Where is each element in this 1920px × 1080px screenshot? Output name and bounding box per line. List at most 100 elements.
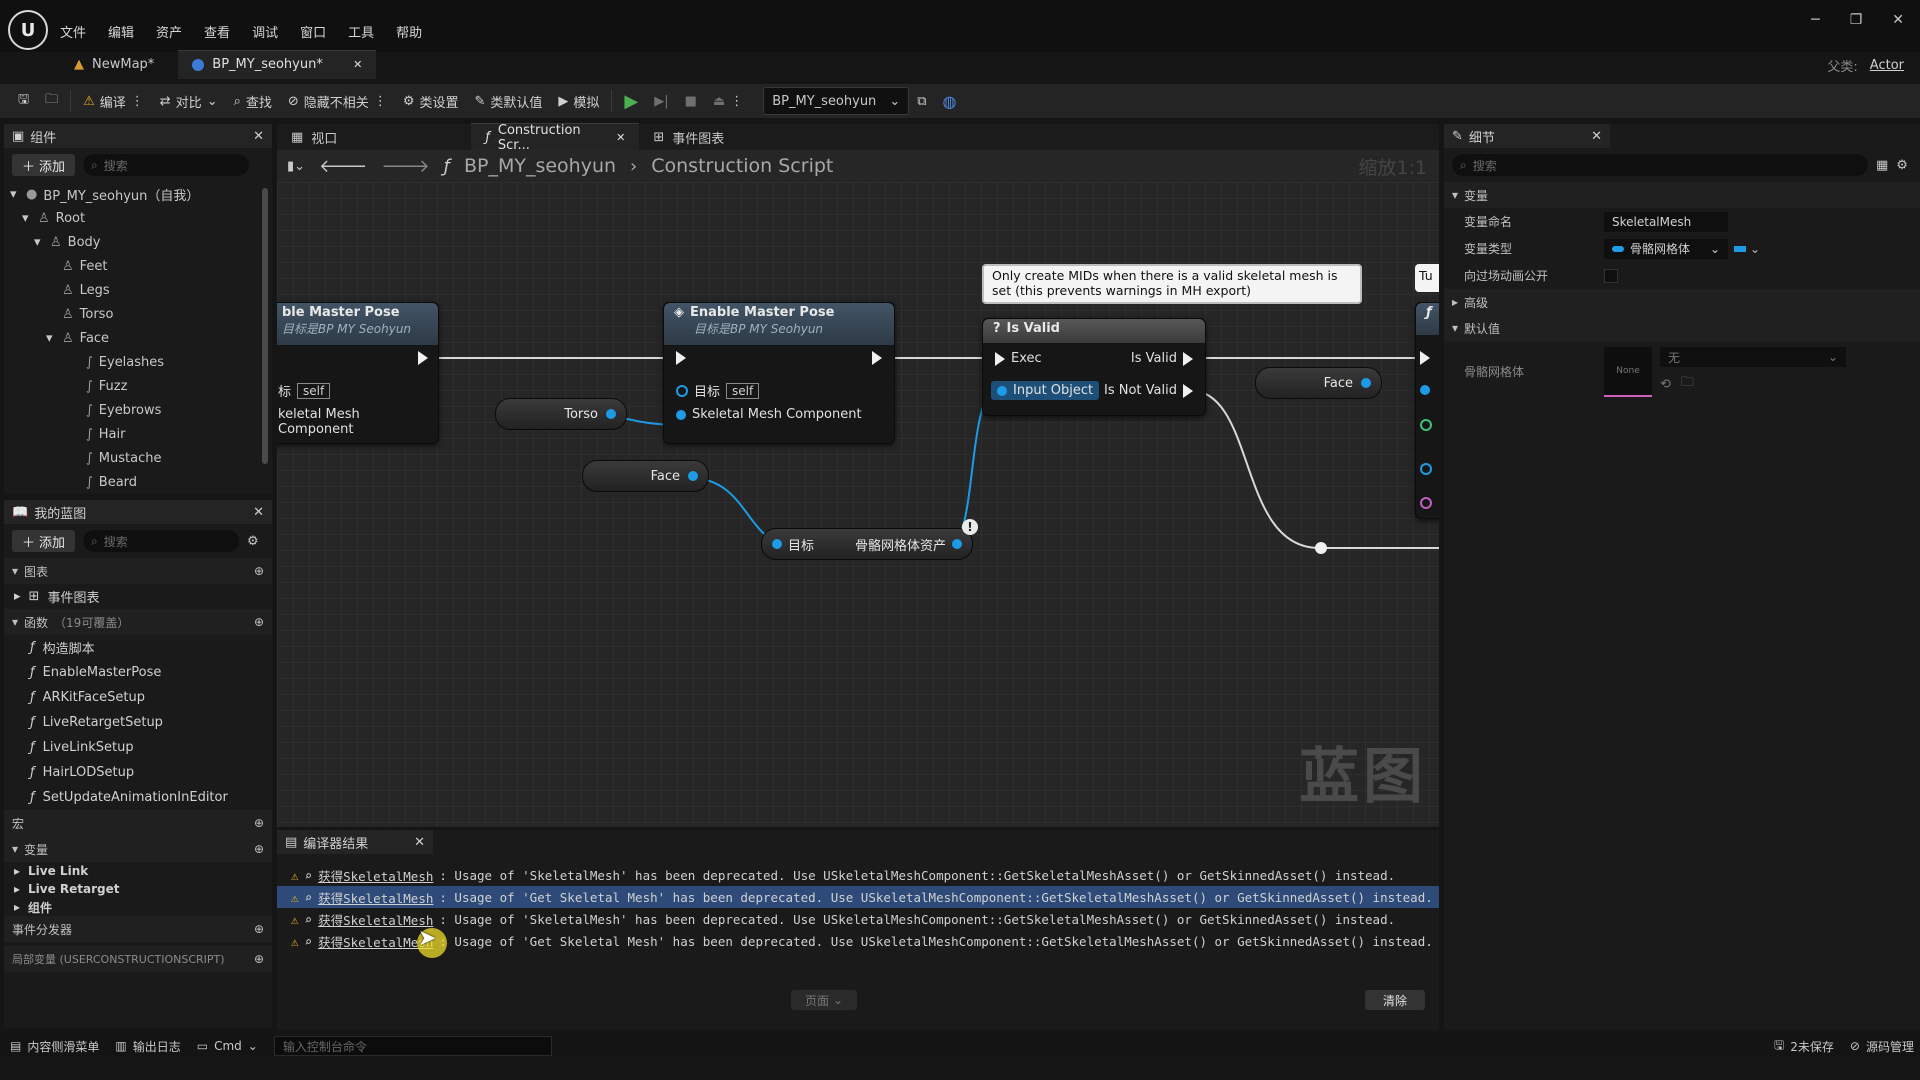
add-circle-icon[interactable]: ⊕ bbox=[254, 922, 264, 936]
world-button[interactable]: ◍ bbox=[935, 86, 965, 116]
forward-arrow-icon[interactable]: 🡒 bbox=[381, 156, 429, 177]
component-tree-item[interactable]: ▾ ♙ Root bbox=[10, 206, 272, 230]
reroute-knot[interactable] bbox=[1315, 542, 1327, 554]
variable-category[interactable]: ▾ 变量 bbox=[1444, 182, 1920, 208]
function-item[interactable]: ƒ HairLODSetup bbox=[4, 760, 272, 785]
collapse-arrow-icon[interactable]: ▾ bbox=[22, 211, 32, 226]
blueprint-graph-canvas[interactable]: ble Master Pose 目标是BP MY Seohyun 标 self k… bbox=[277, 182, 1439, 827]
component-tree-item[interactable]: ♙ Torso bbox=[10, 302, 272, 326]
use-selected-icon[interactable]: ⟲ bbox=[1660, 377, 1671, 392]
target-pin[interactable]: 目标 self bbox=[676, 381, 760, 400]
add-circle-icon[interactable]: ⊕ bbox=[254, 564, 264, 578]
clear-button[interactable]: 清除 bbox=[1365, 990, 1425, 1010]
menu-asset[interactable]: 资产 bbox=[156, 22, 182, 41]
details-search-input[interactable]: ⌕ 搜索 bbox=[1452, 154, 1868, 176]
add-member-button[interactable]: ＋添加 bbox=[12, 530, 76, 552]
enable-master-pose-node-1[interactable]: ble Master Pose 目标是BP MY Seohyun 标 self k… bbox=[277, 302, 439, 444]
mesh-pin[interactable]: keletal Mesh Component bbox=[278, 407, 438, 437]
restore-icon[interactable]: ❐ bbox=[1850, 12, 1863, 28]
output-log-button[interactable]: ▥ 输出日志 bbox=[115, 1038, 180, 1055]
mesh-pin[interactable]: Skeletal Mesh Component bbox=[676, 407, 862, 422]
menu-edit[interactable]: 编辑 bbox=[108, 22, 134, 41]
source-control-button[interactable]: ⊘ 源码管理 bbox=[1850, 1038, 1914, 1055]
variables-section[interactable]: ▾ 变量 ⊕ bbox=[4, 836, 272, 862]
tab-construction-script[interactable]: ƒ Construction Scr... ✕ bbox=[471, 122, 640, 153]
face-variable-node-2[interactable]: Face bbox=[1255, 367, 1382, 399]
gear-icon[interactable]: ⚙ bbox=[1896, 158, 1908, 173]
function-item[interactable]: ƒ LiveLinkSetup bbox=[4, 735, 272, 760]
close-window-icon[interactable]: ✕ bbox=[1892, 12, 1904, 28]
component-tree-item[interactable]: ▾ ● BP_MY_seohyun（自我） bbox=[10, 182, 272, 206]
deprecation-warning-icon[interactable]: ! bbox=[962, 519, 978, 535]
browse-asset-icon[interactable]: 🗀 bbox=[1681, 373, 1694, 395]
compiler-log-line[interactable]: ⚠ ⌕ 获得SkeletalMesh: Usage of 'SkeletalMesh… bbox=[277, 908, 1439, 930]
component-tree-item[interactable]: ∫ Eyebrows bbox=[10, 398, 272, 422]
add-circle-icon[interactable]: ⊕ bbox=[254, 952, 264, 966]
variable-group[interactable]: ▸ Live Retarget bbox=[4, 880, 272, 898]
unsaved-button[interactable]: 🖫 2未保存 bbox=[1774, 1036, 1834, 1057]
input-pin[interactable] bbox=[1420, 385, 1430, 395]
component-tree-item[interactable]: ♙ Legs bbox=[10, 278, 272, 302]
compile-button[interactable]: ⚠ 编译 ⋮ bbox=[75, 86, 152, 116]
macros-section[interactable]: 宏 ⊕ bbox=[4, 810, 272, 836]
gear-icon[interactable]: ⚙ bbox=[247, 534, 259, 549]
get-skeletal-mesh-node[interactable]: 目标 骨骼网格体资产 ! bbox=[761, 519, 978, 560]
variable-group[interactable]: ▸ Live Link bbox=[4, 862, 272, 880]
component-tree-item[interactable]: ▾ ♙ Face bbox=[10, 326, 272, 350]
debug-browse-button[interactable]: ⧉ bbox=[909, 86, 934, 116]
default-value-category[interactable]: ▾ 默认值 bbox=[1444, 315, 1920, 341]
input-pin[interactable] bbox=[1420, 463, 1432, 475]
container-type-select[interactable]: ⌄ bbox=[1734, 242, 1760, 256]
tab-blueprint[interactable]: BP_MY_seohyun* ✕ bbox=[178, 49, 377, 79]
function-item[interactable]: ƒ ARKitFaceSetup bbox=[4, 685, 272, 710]
menu-window[interactable]: 窗口 bbox=[300, 22, 326, 41]
exec-out-pin[interactable] bbox=[418, 351, 428, 365]
function-item[interactable]: ƒ SetUpdateAnimationInEditor bbox=[4, 785, 272, 810]
more-options-icon[interactable]: ⋮ bbox=[131, 94, 144, 109]
variable-group[interactable]: ▸ 组件 bbox=[4, 898, 272, 916]
play-button[interactable]: ▶ bbox=[616, 86, 646, 116]
exec-in-pin[interactable]: Exec bbox=[995, 351, 1042, 366]
partial-function-node[interactable]: ƒ bbox=[1415, 302, 1439, 519]
is-valid-pin[interactable]: Is Valid bbox=[1131, 351, 1193, 366]
tab-newmap[interactable]: ▲ NewMap* bbox=[60, 50, 168, 78]
event-graph-item[interactable]: ▸ ⊞ 事件图表 bbox=[4, 584, 272, 609]
step-button[interactable]: ▶| bbox=[646, 86, 676, 116]
component-tree-item[interactable]: ∫ Beard bbox=[10, 470, 272, 494]
browse-button[interactable]: 🗀 bbox=[37, 86, 66, 116]
compiler-log-line[interactable]: ⚠ ⌕ 获得SkeletalMesh: Usage of 'Get Skeletal… bbox=[277, 930, 1439, 952]
variable-name-input[interactable]: SkeletalMesh bbox=[1604, 211, 1728, 232]
hide-unrelated-button[interactable]: ⊘ 隐藏不相关 ⋮ bbox=[280, 86, 395, 116]
asset-picker-select[interactable]: 无 ⌄ bbox=[1660, 347, 1846, 367]
blueprint-search-input[interactable]: ⌕ 搜索 bbox=[83, 530, 240, 552]
component-tree-item[interactable]: ∫ Mustache bbox=[10, 446, 272, 470]
enable-master-pose-node-2[interactable]: ◈ Enable Master Pose 目标是BP MY Seohyun 目标 s… bbox=[663, 302, 895, 444]
function-item[interactable]: ƒ 构造脚本 bbox=[4, 635, 272, 660]
close-tab-icon[interactable]: ✕ bbox=[353, 58, 362, 71]
function-item[interactable]: ƒ EnableMasterPose bbox=[4, 660, 272, 685]
component-tree-item[interactable]: ♙ Feet bbox=[10, 254, 272, 278]
components-search-input[interactable]: ⌕ 搜索 bbox=[83, 154, 250, 176]
component-tree-item[interactable]: ▾ ♙ Body bbox=[10, 230, 272, 254]
collapse-arrow-icon[interactable]: ▾ bbox=[34, 235, 44, 250]
add-circle-icon[interactable]: ⊕ bbox=[254, 615, 264, 629]
exec-in-pin[interactable] bbox=[1420, 351, 1430, 365]
more-options-icon[interactable]: ⋮ bbox=[374, 94, 387, 109]
is-not-valid-pin[interactable]: Is Not Valid bbox=[1104, 383, 1193, 398]
add-circle-icon[interactable]: ⊕ bbox=[254, 842, 264, 856]
close-tab-icon[interactable]: ✕ bbox=[616, 131, 625, 144]
compiler-results-tab[interactable]: ▤ 编译器结果 ✕ bbox=[277, 830, 433, 854]
parent-class-link[interactable]: Actor bbox=[1870, 58, 1904, 73]
component-tree-item[interactable]: ∫ Hair bbox=[10, 422, 272, 446]
exec-in-pin[interactable] bbox=[676, 351, 686, 365]
variable-type-select[interactable]: 骨骼网格体 ⌄ bbox=[1604, 238, 1728, 259]
function-item[interactable]: ƒ LiveRetargetSetup bbox=[4, 710, 272, 735]
debug-object-select[interactable]: BP_MY_seohyun ⌄ bbox=[763, 87, 910, 115]
face-variable-node[interactable]: Face bbox=[582, 460, 709, 492]
simulate-button[interactable]: ▶ 模拟 bbox=[550, 86, 607, 116]
log-link[interactable]: 获得SkeletalMesh bbox=[318, 910, 433, 929]
unreal-logo-icon[interactable]: U bbox=[8, 10, 48, 50]
menu-view[interactable]: 查看 bbox=[204, 22, 230, 41]
compiler-log-line[interactable]: ⚠ ⌕ 获得SkeletalMesh: Usage of 'SkeletalMesh… bbox=[277, 864, 1439, 886]
menu-help[interactable]: 帮助 bbox=[396, 22, 422, 41]
